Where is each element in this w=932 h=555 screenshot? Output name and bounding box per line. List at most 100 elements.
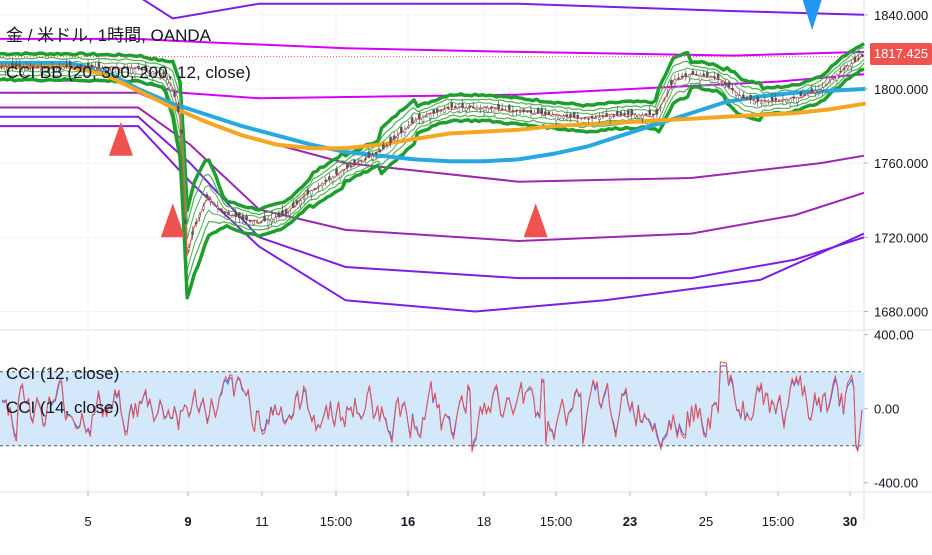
candle-body <box>842 68 846 70</box>
candle-body <box>353 159 356 165</box>
candle-body <box>518 111 522 113</box>
x-tick-label: 25 <box>699 514 713 529</box>
candle-body <box>662 99 666 101</box>
candle-body <box>680 75 684 78</box>
candle-body <box>558 115 561 119</box>
candle-body <box>454 106 457 108</box>
candle-body <box>490 106 493 109</box>
candle-body <box>310 190 313 196</box>
candle-body <box>745 97 749 100</box>
candle-body <box>475 107 479 110</box>
candle-body <box>274 217 277 224</box>
candle-body <box>252 221 255 225</box>
candle-body <box>698 75 702 81</box>
candle-body <box>439 110 443 112</box>
y-tick-label: 1840.000 <box>874 8 928 23</box>
candle-body <box>205 194 209 198</box>
candle-body <box>220 208 223 211</box>
symbol-legend[interactable]: 金 / 米ドル, 1時間, OANDA <box>6 25 211 47</box>
candle-body <box>446 106 450 109</box>
candle-body <box>421 117 425 122</box>
candle-body <box>691 71 695 75</box>
candle-body <box>738 95 741 100</box>
candle-body <box>238 212 241 219</box>
candle-body <box>436 108 439 113</box>
candle-body <box>180 129 183 134</box>
candle-body <box>173 92 176 97</box>
cci-band-fill <box>0 371 864 446</box>
candle-body <box>508 104 511 111</box>
candle-body <box>634 114 637 118</box>
candle-body <box>486 107 489 113</box>
candle-body <box>493 108 497 114</box>
indicator-legend[interactable]: CCI BB (20, 300, 200, 12, close) <box>6 62 251 84</box>
candle-body <box>684 73 687 77</box>
candle-body <box>216 206 219 209</box>
candle-body <box>770 97 774 101</box>
candle-body <box>288 210 291 216</box>
y-tick-label: 1720.000 <box>874 230 928 245</box>
candle-body <box>418 113 421 120</box>
cci-legend-14[interactable]: CCI (14, close) <box>6 397 119 419</box>
chart-root: 1840.000 1800.000 1760.000 1720.000 1680.000… <box>0 0 932 550</box>
candle-body <box>263 216 266 222</box>
candle-body <box>425 115 428 118</box>
cci-tick-label: 0.00 <box>874 402 899 417</box>
candle-body <box>605 113 608 117</box>
candle-body <box>389 136 392 143</box>
candle-body <box>655 109 659 115</box>
cci-legend-12[interactable]: CCI (12, close) <box>6 363 119 385</box>
candle-body <box>281 210 284 217</box>
candle-body <box>781 99 785 101</box>
candle-body <box>673 79 677 84</box>
candle-body <box>482 107 486 112</box>
indicator-legend-text: CCI BB (20, 300, 200, 12, close) <box>6 63 251 82</box>
candle-body <box>709 76 713 83</box>
candle-body <box>839 70 842 73</box>
candle-body <box>176 106 180 113</box>
candle-body <box>396 135 399 139</box>
candle-body <box>562 115 565 119</box>
candle-body <box>659 106 662 109</box>
candle-body <box>648 109 651 116</box>
candle-body <box>846 65 849 69</box>
y-tick-label: 1800.000 <box>874 82 928 97</box>
candle-body <box>248 220 252 222</box>
symbol-legend-text: 金 / 米ドル, 1時間, OANDA <box>6 26 211 45</box>
candle-body <box>677 77 680 80</box>
candle-body <box>230 215 234 218</box>
candle-body <box>450 102 453 108</box>
candle-body <box>349 165 353 168</box>
candle-body <box>547 111 551 115</box>
candle-body <box>187 247 191 251</box>
candle-body <box>414 119 417 123</box>
candle-body <box>522 109 525 113</box>
cci-tick-label: 400.00 <box>874 328 914 343</box>
candle-body <box>569 113 572 118</box>
last-price-text: 1817.425 <box>873 46 929 61</box>
candle-body <box>385 145 389 148</box>
candle-body <box>540 108 543 114</box>
candle-body <box>320 183 324 186</box>
candle-body <box>457 107 461 112</box>
candle-body <box>338 171 342 179</box>
candle-body <box>778 99 781 102</box>
cci-legend-12-text: CCI (12, close) <box>6 364 120 383</box>
candle-body <box>468 105 471 108</box>
candle-body <box>526 110 529 113</box>
candle-body <box>403 129 407 134</box>
candle-body <box>824 84 828 86</box>
candle-body <box>360 160 363 163</box>
candle-body <box>356 162 360 164</box>
candle-body <box>806 93 810 96</box>
candle-body <box>346 163 349 169</box>
candle-body <box>184 220 187 224</box>
candle-body <box>284 209 288 215</box>
candle-body <box>706 72 709 77</box>
candle-body <box>367 152 371 158</box>
candle-body <box>727 82 731 88</box>
candle-body <box>623 113 626 116</box>
candle-body <box>612 115 615 118</box>
candle-body <box>331 176 335 183</box>
candle-body <box>212 202 216 205</box>
